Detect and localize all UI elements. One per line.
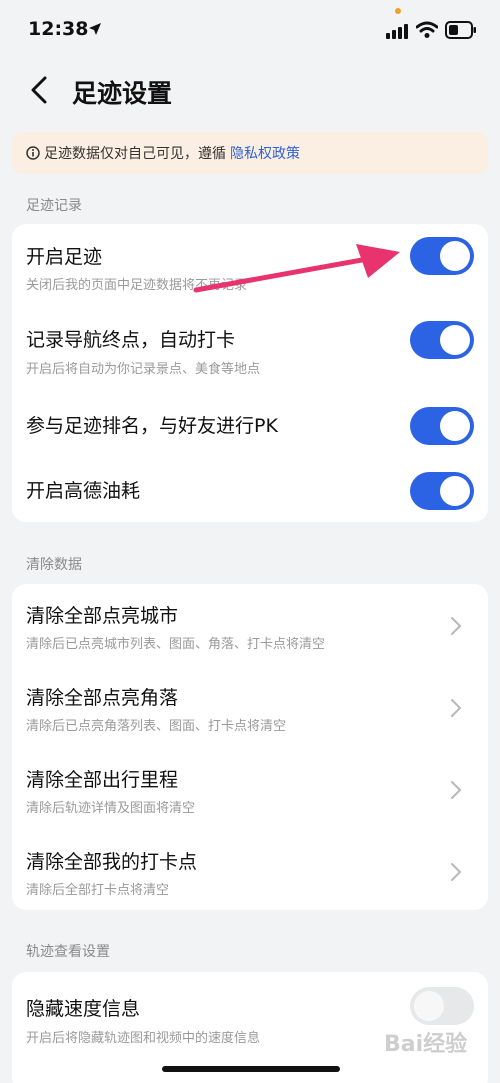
setting-row-enable-footprint: 开启足迹 关闭后我的页面中足迹数据将不再记录 (12, 224, 488, 296)
clear-subtitle: 清除后全部打卡点将清空 (26, 883, 170, 898)
clear-title: 清除全部出行里程 (26, 769, 179, 791)
back-chevron-icon[interactable] (28, 76, 50, 104)
status-time: 12:38 (28, 18, 89, 40)
toggle-knob (440, 325, 470, 355)
fuel-consumption-toggle[interactable] (410, 472, 474, 510)
chevron-right-icon (451, 781, 462, 799)
clear-subtitle: 清除后已点亮城市列表、图面、角落、打卡点将清空 (26, 637, 326, 652)
setting-title: 开启足迹 (26, 246, 103, 268)
chevron-right-icon (451, 617, 462, 635)
clear-row-checkins[interactable]: 清除全部我的打卡点 清除后全部打卡点将清空 (12, 830, 488, 910)
home-indicator[interactable] (162, 1066, 340, 1072)
section-header-clear: 清除数据 (26, 557, 82, 573)
clear-title: 清除全部我的打卡点 (26, 851, 198, 873)
clear-title: 清除全部点亮角落 (26, 687, 179, 709)
setting-title: 记录导航终点，自动打卡 (26, 329, 236, 351)
setting-subtitle: 开启后将自动为你记录景点、美食等地点 (26, 362, 261, 377)
section-header-footprint: 足迹记录 (26, 198, 82, 214)
setting-subtitle: 开启后将隐藏轨迹图和视频中的速度信息 (26, 1031, 261, 1046)
hide-speed-toggle[interactable] (410, 987, 474, 1025)
toggle-knob (440, 476, 470, 506)
wifi-icon (416, 21, 438, 38)
setting-title: 参与足迹排名，与好友进行PK (26, 415, 278, 437)
privacy-policy-link[interactable]: 隐私权政策 (230, 143, 300, 163)
setting-title: 开启高德油耗 (26, 480, 141, 502)
setting-row-auto-checkin: 记录导航终点，自动打卡 开启后将自动为你记录景点、美食等地点 (12, 312, 488, 384)
chevron-right-icon (451, 863, 462, 881)
enable-footprint-toggle[interactable] (410, 237, 474, 275)
battery-icon (445, 21, 476, 39)
clear-title: 清除全部点亮城市 (26, 605, 179, 627)
section-header-track: 轨迹查看设置 (26, 944, 110, 960)
auto-checkin-toggle[interactable] (410, 321, 474, 359)
page-title: 足迹设置 (72, 79, 173, 108)
privacy-indicator-dot (395, 8, 401, 14)
ranking-pk-toggle[interactable] (410, 407, 474, 445)
cellular-signal-icon (386, 24, 408, 39)
privacy-notice: 足迹数据仅对自己可见，遵循 隐私权政策 (12, 132, 488, 174)
clear-row-cities[interactable]: 清除全部点亮城市 清除后已点亮城市列表、图面、角落、打卡点将清空 (12, 584, 488, 666)
clear-subtitle: 清除后已点亮角落列表、图面、打卡点将清空 (26, 719, 287, 734)
toggle-knob (440, 411, 470, 441)
location-arrow-icon (89, 23, 101, 35)
setting-subtitle: 关闭后我的页面中足迹数据将不再记录 (26, 278, 248, 293)
info-icon (26, 146, 40, 160)
privacy-notice-text: 足迹数据仅对自己可见，遵循 (44, 146, 226, 162)
toggle-knob (440, 241, 470, 271)
clear-row-mileage[interactable]: 清除全部出行里程 清除后轨迹详情及图面将清空 (12, 748, 488, 830)
baidu-watermark: Bai经验 (384, 1032, 468, 1057)
clear-subtitle: 清除后轨迹详情及图面将清空 (26, 801, 196, 816)
setting-row-fuel-consumption: 开启高德油耗 (12, 460, 488, 520)
clear-row-corners[interactable]: 清除全部点亮角落 清除后已点亮角落列表、图面、打卡点将清空 (12, 666, 488, 748)
navigation-bar: 足迹设置 (0, 64, 500, 116)
chevron-right-icon (451, 699, 462, 717)
toggle-knob (414, 991, 444, 1021)
setting-title: 隐藏速度信息 (26, 998, 141, 1020)
clear-data-card: 清除全部点亮城市 清除后已点亮城市列表、图面、角落、打卡点将清空 清除全部点亮角… (12, 584, 488, 910)
status-bar: 12:38 (0, 0, 500, 62)
setting-row-ranking-pk: 参与足迹排名，与好友进行PK (12, 394, 488, 454)
footprint-settings-card: 开启足迹 关闭后我的页面中足迹数据将不再记录 记录导航终点，自动打卡 开启后将自… (12, 224, 488, 522)
